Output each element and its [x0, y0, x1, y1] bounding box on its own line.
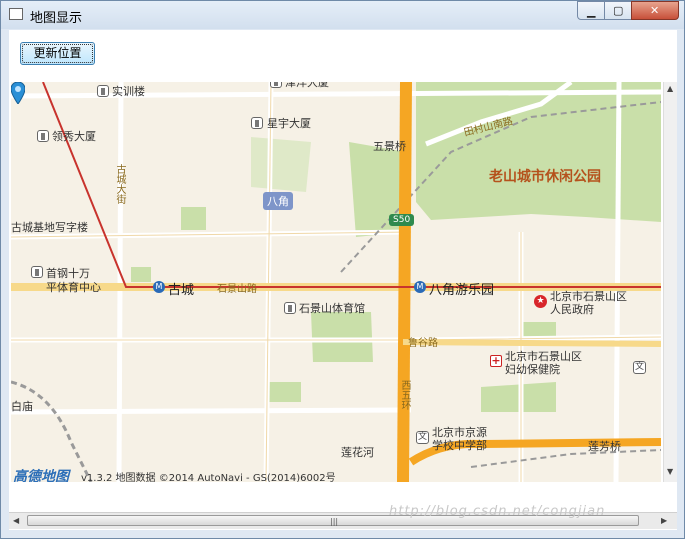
maximize-icon: ▢ [613, 4, 624, 17]
map-label-school-2: 学校中学部 [432, 439, 487, 452]
location-marker-icon[interactable] [11, 82, 25, 104]
map-label-gucheng-dajie: 古城大街 [114, 164, 125, 204]
hospital-icon: + [490, 354, 502, 367]
map-label-shijingshan-road: 石景山路 [217, 284, 257, 295]
client-area: 更新位置 实训楼 津洋大厦 领秀大厦 星宇大厦 五景桥 田村山南路 老山城市休闲… [9, 30, 677, 530]
park-area [251, 137, 311, 192]
map-label-shixunlou: 实训楼 [112, 85, 145, 98]
school-icon: 文 [416, 431, 429, 444]
map-logo: 高德地图 [13, 469, 69, 482]
building-icon [284, 302, 296, 314]
watermark: http://blog.csdn.net/congjian [389, 504, 606, 519]
map-label-baimiao: 白庙 [11, 400, 33, 413]
building-icon [97, 85, 109, 97]
map-view[interactable]: 实训楼 津洋大厦 领秀大厦 星宇大厦 五景桥 田村山南路 老山城市休闲公园 古城… [11, 82, 661, 482]
map-label-jinyang: 津洋大厦 [285, 82, 329, 89]
map-label-wujingqiao: 五景桥 [373, 140, 406, 153]
map-canvas [11, 82, 661, 482]
park-area [181, 207, 206, 230]
railway [470, 449, 661, 468]
map-label-park: 老山城市休闲公园 [489, 169, 601, 185]
minimize-button[interactable]: ▁ [577, 1, 605, 20]
building-icon [37, 130, 49, 142]
window-title: 地图显示 [30, 11, 83, 26]
scroll-left-icon[interactable]: ◀ [13, 516, 19, 525]
building-icon [270, 82, 282, 88]
map-label-lianhuahe: 莲花河 [341, 446, 374, 459]
grip-icon: ||| [330, 517, 339, 526]
metro-icon: M [414, 281, 426, 293]
update-location-button[interactable]: 更新位置 [20, 42, 95, 65]
map-label-shougang-2: 平体育中心 [46, 281, 101, 294]
scroll-down-icon[interactable]: ▼ [667, 467, 673, 476]
map-label-xingyu: 星宇大厦 [267, 117, 311, 130]
scroll-up-icon[interactable]: ▲ [667, 84, 673, 93]
main-road [402, 339, 661, 347]
building-icon [251, 117, 263, 129]
vertical-scrollbar[interactable]: ▲ ▼ [663, 82, 677, 482]
map-label-gov-2: 人民政府 [550, 303, 594, 316]
park-area [311, 312, 373, 362]
maximize-button[interactable]: ▢ [604, 1, 632, 20]
title-bar: 地图显示 ▁ ▢ ✕ [1, 1, 684, 29]
school-icon: 文 [633, 361, 646, 374]
map-label-bajiao: 八角 [263, 192, 293, 210]
map-label-hospital-2: 妇幼保健院 [505, 363, 560, 376]
close-button[interactable]: ✕ [631, 1, 679, 20]
minimize-icon: ▁ [587, 5, 596, 18]
map-label-stadium: 石景山体育馆 [299, 302, 365, 315]
scroll-right-icon[interactable]: ▶ [661, 516, 667, 525]
map-label-gucheng-base: 古城基地写字楼 [11, 221, 88, 234]
map-label-lingxiu: 领秀大厦 [52, 130, 96, 143]
map-label-lianfangqiao: 莲芳桥 [588, 440, 621, 453]
park-area [266, 382, 301, 402]
map-label-s50: S50 [389, 214, 415, 226]
metro-icon: M [153, 281, 165, 293]
map-label-luguolu: 鲁谷路 [408, 338, 438, 349]
close-icon: ✕ [650, 4, 660, 17]
map-label-gucheng: 古城 [168, 283, 195, 298]
park-area [521, 322, 556, 337]
map-copyright: v1.3.2 地图数据 ©2014 AutoNavi - GS(2014)600… [81, 473, 336, 482]
app-window: 地图显示 ▁ ▢ ✕ 更新位置 实训楼 津洋大厦 领秀大厦 星宇大厦 五景桥 田… [0, 0, 685, 539]
app-icon [9, 8, 23, 20]
building-icon [31, 266, 43, 278]
government-icon: ★ [534, 295, 547, 308]
map-label-xiwuhuan: 西五环 [399, 380, 410, 410]
park-area [131, 267, 151, 282]
map-label-bajiao-park: 八角游乐园 [429, 283, 495, 298]
